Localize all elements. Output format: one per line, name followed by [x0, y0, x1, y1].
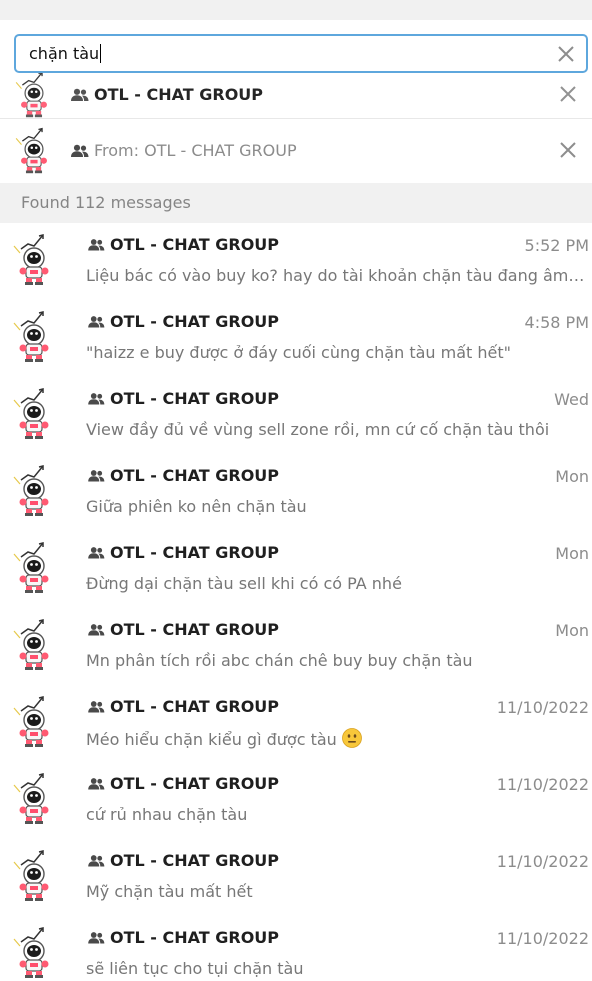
result-chat-name: OTL - CHAT GROUP: [110, 466, 280, 485]
chat-avatar: [12, 125, 56, 175]
neutral-face-icon: [341, 728, 362, 748]
close-icon[interactable]: [557, 83, 579, 105]
chat-avatar: [12, 308, 56, 364]
result-time: Wed: [554, 390, 589, 409]
result-message-preview: Mỹ chặn tàu mất hết: [86, 882, 588, 901]
chat-avatar: [12, 539, 56, 595]
chat-avatar: [12, 231, 56, 287]
group-icon: [88, 316, 105, 328]
clear-search-icon[interactable]: [554, 42, 578, 66]
result-message-preview: Giữa phiên ko nên chặn tàu: [86, 497, 588, 516]
result-chat-name: OTL - CHAT GROUP: [110, 851, 280, 870]
result-message-preview: Méo hiểu chặn kiểu gì được tàu: [86, 728, 588, 749]
chat-avatar: [12, 924, 56, 980]
result-time: 4:58 PM: [524, 313, 589, 332]
filter-chip-from[interactable]: From: OTL - CHAT GROUP: [0, 118, 592, 182]
result-message-text: Liệu bác có vào buy ko? hay do tài khoản…: [86, 266, 588, 285]
search-result-row[interactable]: OTL - CHAT GROUP 11/10/2022 sẽ liên tục ch…: [0, 916, 592, 981]
result-chat-name: OTL - CHAT GROUP: [110, 312, 280, 331]
result-message-preview: "haizz e buy được ở đáy cuối cùng chặn t…: [86, 343, 588, 362]
result-message-preview: Mn phân tích rồi abc chán chê buy buy ch…: [86, 651, 588, 670]
search-result-row[interactable]: OTL - CHAT GROUP 11/10/2022 cứ rủ nhau chặ…: [0, 762, 592, 839]
result-message-text: sẽ liên tục cho tụi chặn tàu: [86, 959, 304, 978]
filter-chip-prefix: From:: [94, 141, 145, 160]
chat-avatar: [12, 462, 56, 518]
result-message-preview: Đừng dại chặn tàu sell khi có có PA nhé: [86, 574, 588, 593]
result-message-text: Giữa phiên ko nên chặn tàu: [86, 497, 307, 516]
result-time: Mon: [555, 544, 589, 563]
result-time: Mon: [555, 621, 589, 640]
result-message-text: Mỹ chặn tàu mất hết: [86, 882, 253, 901]
top-strip: [0, 0, 592, 20]
result-message-preview: Liệu bác có vào buy ko? hay do tài khoản…: [86, 266, 588, 285]
results-list: OTL - CHAT GROUP 5:52 PM Liệu bác có vào b…: [0, 223, 592, 981]
group-icon: [88, 470, 105, 482]
text-caret: [100, 44, 102, 63]
chat-avatar: [12, 385, 56, 441]
result-message-text: Mn phân tích rồi abc chán chê buy buy ch…: [86, 651, 473, 670]
search-result-row[interactable]: OTL - CHAT GROUP Mon Mn phân tích rồi abc …: [0, 608, 592, 685]
result-message-text: Đừng dại chặn tàu sell khi có có PA nhé: [86, 574, 402, 593]
result-chat-name: OTL - CHAT GROUP: [110, 235, 280, 254]
group-icon: [88, 393, 105, 405]
search-query: chặn tàu: [29, 44, 100, 63]
result-chat-name: OTL - CHAT GROUP: [110, 774, 280, 793]
search-result-row[interactable]: OTL - CHAT GROUP 5:52 PM Liệu bác có vào b…: [0, 223, 592, 300]
group-icon: [88, 701, 105, 713]
search-result-row[interactable]: OTL - CHAT GROUP 11/10/2022 Mỹ chặn tàu mấ…: [0, 839, 592, 916]
search-result-row[interactable]: OTL - CHAT GROUP 11/10/2022 Méo hiểu chặn …: [0, 685, 592, 762]
result-message-preview: View đầy đủ về vùng sell zone rồi, mn cứ…: [86, 420, 588, 439]
search-result-row[interactable]: OTL - CHAT GROUP Mon Giữa phiên ko nên chặ…: [0, 454, 592, 531]
result-message-preview: cứ rủ nhau chặn tàu: [86, 805, 588, 824]
result-message-text: "haizz e buy được ở đáy cuối cùng chặn t…: [86, 343, 511, 362]
search-result-row[interactable]: OTL - CHAT GROUP Mon Đừng dại chặn tàu sel…: [0, 531, 592, 608]
result-time: 11/10/2022: [496, 698, 589, 717]
group-icon: [71, 144, 89, 158]
result-message-text: cứ rủ nhau chặn tàu: [86, 805, 248, 824]
group-icon: [88, 547, 105, 559]
filter-chip-name: OTL - CHAT GROUP: [94, 85, 264, 104]
chat-avatar: [12, 847, 56, 903]
search-input[interactable]: chặn tàu: [14, 34, 588, 73]
result-time: Mon: [555, 467, 589, 486]
result-message-text: View đầy đủ về vùng sell zone rồi, mn cứ…: [86, 420, 550, 439]
group-icon: [88, 624, 105, 636]
chat-avatar: [12, 616, 56, 672]
result-chat-name: OTL - CHAT GROUP: [110, 928, 280, 947]
group-icon: [88, 239, 105, 251]
result-chat-name: OTL - CHAT GROUP: [110, 620, 280, 639]
search-result-row[interactable]: OTL - CHAT GROUP 4:58 PM "haizz e buy được…: [0, 300, 592, 377]
group-icon: [71, 88, 89, 102]
result-time: 11/10/2022: [496, 775, 589, 794]
result-chat-name: OTL - CHAT GROUP: [110, 697, 280, 716]
chat-avatar: [12, 69, 56, 118]
result-time: 11/10/2022: [496, 929, 589, 948]
chat-avatar: [12, 770, 56, 826]
search-result-row[interactable]: OTL - CHAT GROUP Wed View đầy đủ về vùng s…: [0, 377, 592, 454]
result-message-text: Méo hiểu chặn kiểu gì được tàu: [86, 730, 337, 749]
search-area: chặn tàu OTL - CHAT GROUP: [0, 20, 592, 118]
results-header: Found 112 messages: [0, 183, 592, 223]
group-icon: [88, 855, 105, 867]
results-count: Found 112 messages: [21, 193, 191, 212]
result-time: 5:52 PM: [524, 236, 589, 255]
result-time: 11/10/2022: [496, 852, 589, 871]
result-chat-name: OTL - CHAT GROUP: [110, 389, 280, 408]
group-icon: [88, 932, 105, 944]
close-icon[interactable]: [557, 139, 579, 161]
group-icon: [88, 778, 105, 790]
result-chat-name: OTL - CHAT GROUP: [110, 543, 280, 562]
filter-chip-name: OTL - CHAT GROUP: [144, 141, 297, 160]
result-message-preview: sẽ liên tục cho tụi chặn tàu: [86, 959, 588, 978]
chat-avatar: [12, 693, 56, 749]
